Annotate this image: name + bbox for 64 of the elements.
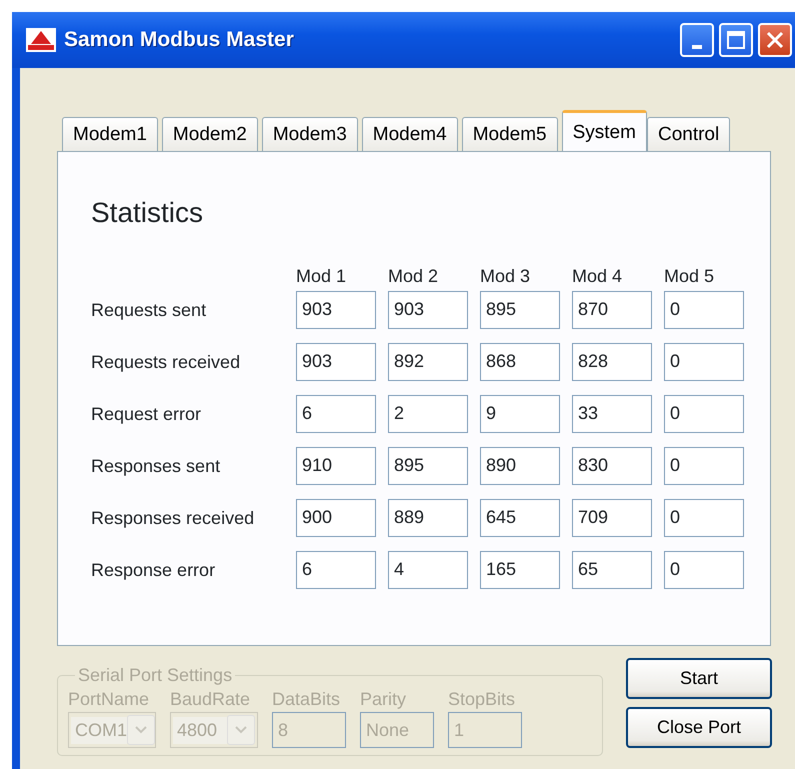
column-header: Mod 4 [572,266,624,288]
app-logo-icon [26,28,56,52]
value-field[interactable]: 903 [296,343,376,382]
column-header: Mod 3 [480,266,532,288]
row-label: Responses received [91,506,256,530]
minimize-button[interactable] [680,23,714,57]
column-header: Mod 1 [296,266,348,288]
value-field[interactable]: 895 [480,291,560,330]
tab[interactable]: Modem1 [62,117,158,151]
value-field[interactable]: 0 [664,395,744,434]
push-button[interactable]: Start [626,658,772,699]
value-field[interactable]: 0 [664,291,744,330]
value-field[interactable]: 910 [296,447,376,486]
tab[interactable]: Modem3 [262,117,358,151]
value-field[interactable]: 870 [572,291,652,330]
row-label: Requests received [91,350,242,374]
field-label: Parity [360,690,408,708]
tab[interactable]: Modem2 [162,117,258,151]
tab[interactable]: Modem4 [362,117,458,151]
value-field[interactable]: 0 [664,499,744,538]
field-label: BaudRate [170,690,252,708]
value-field[interactable]: 4 [388,551,468,590]
value-field[interactable]: 65 [572,551,652,590]
value-field[interactable]: 0 [664,447,744,486]
value-field[interactable]: 165 [480,551,560,590]
value-field[interactable]: 903 [388,291,468,330]
value-field[interactable]: 709 [572,499,652,538]
row-label: Requests sent [91,298,208,322]
column-header: Mod 2 [388,266,440,288]
row-label: Response error [91,558,216,582]
value-field[interactable]: 645 [480,499,560,538]
value-field[interactable]: 33 [572,395,652,434]
row-label: Request error [91,402,202,426]
field-label: StopBits [448,690,516,708]
minimize-icon [692,45,702,49]
value-field[interactable]: 889 [388,499,468,538]
value-field[interactable]: 895 [388,447,468,486]
value-field[interactable]: 890 [480,447,560,486]
close-icon [765,30,785,50]
value-field[interactable]: 900 [296,499,376,538]
tab[interactable]: System [562,110,647,151]
column-header: Mod 5 [664,266,716,288]
tab[interactable]: Control [646,117,730,151]
value-field[interactable]: 892 [388,343,468,382]
maximize-icon [726,30,746,50]
value-field[interactable]: 6 [296,551,376,590]
close-button[interactable] [758,23,792,57]
value-field[interactable]: 830 [572,447,652,486]
field-label: PortName [68,690,150,708]
maximize-button[interactable] [719,23,753,57]
section-title: Statistics [91,196,204,230]
value-field[interactable]: 0 [664,551,744,590]
value-field[interactable]: 868 [480,343,560,382]
value-field[interactable]: 9 [480,395,560,434]
value-field[interactable]: 0 [664,343,744,382]
value-field[interactable]: 6 [296,395,376,434]
window-title: Samon Modbus Master [64,27,294,54]
value-field[interactable]: 903 [296,291,376,330]
value-field[interactable]: 2 [388,395,468,434]
value-field[interactable]: 828 [572,343,652,382]
field-label: DataBits [272,690,342,708]
push-button[interactable]: Close Port [626,707,772,748]
row-label: Responses sent [91,454,222,478]
tab[interactable]: Modem5 [462,117,558,151]
